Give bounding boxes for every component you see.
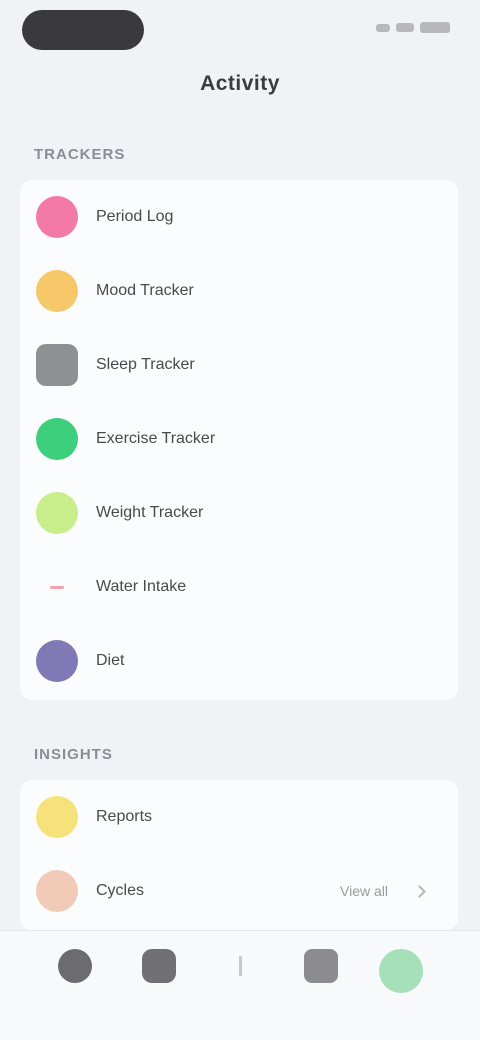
list-item-label: Period Log — [96, 208, 174, 225]
chevron-right-icon — [413, 884, 426, 898]
signal-icon — [376, 23, 390, 32]
diet-icon — [36, 640, 78, 682]
tab-messages[interactable] — [286, 949, 356, 1019]
list-item-diet[interactable]: Diet — [20, 624, 458, 698]
list-item-label: Diet — [96, 652, 125, 669]
list-item-label: Sleep Tracker — [96, 356, 195, 373]
list-item-exercise-tracker[interactable]: Exercise Tracker — [20, 402, 458, 476]
period-log-icon — [36, 196, 78, 238]
reports-icon — [36, 796, 78, 838]
list-item-value: View all — [340, 883, 388, 899]
status-bar — [0, 0, 480, 64]
tab-activity[interactable] — [366, 949, 436, 1019]
cycles-icon — [36, 870, 78, 912]
list-item-label: Mood Tracker — [96, 282, 194, 299]
list-item-water-intake[interactable]: Water Intake — [20, 550, 458, 624]
home-icon — [58, 949, 92, 983]
list-item-label: Water Intake — [96, 578, 187, 595]
list-item-label: Reports — [96, 808, 153, 825]
dynamic-island — [22, 10, 144, 50]
status-indicators — [376, 22, 450, 33]
chat-icon — [304, 949, 338, 983]
list-item-mood-tracker[interactable]: Mood Tracker — [20, 254, 458, 328]
calendar-icon — [142, 949, 176, 983]
section-header-trackers: TRACKERS — [34, 146, 126, 163]
trackers-group: Period Log Mood Tracker Sleep Tracker Ex… — [20, 180, 458, 700]
sleep-tracker-icon — [36, 344, 78, 386]
list-item-weight-tracker[interactable]: Weight Tracker — [20, 476, 458, 550]
exercise-tracker-icon — [36, 418, 78, 460]
list-item-cycles[interactable]: Cycles View all — [20, 854, 458, 928]
list-item-label: Exercise Tracker — [96, 430, 216, 447]
mood-tracker-icon — [36, 270, 78, 312]
section-header-insights: INSIGHTS — [34, 746, 113, 763]
page-title: Activity — [200, 72, 280, 95]
list-item-reports[interactable]: Reports — [20, 780, 458, 854]
weight-tracker-icon — [36, 492, 78, 534]
list-item-label: Cycles — [96, 882, 145, 899]
tab-home[interactable] — [40, 949, 110, 1019]
list-item-label: Weight Tracker — [96, 504, 204, 521]
battery-icon — [420, 22, 450, 33]
water-drop-icon — [36, 566, 78, 608]
tab-calendar[interactable] — [124, 949, 194, 1019]
activity-icon — [379, 949, 423, 993]
insights-group: Reports Cycles View all — [20, 780, 458, 930]
list-item-sleep-tracker[interactable]: Sleep Tracker — [20, 328, 458, 402]
list-item-period-log[interactable]: Period Log — [20, 180, 458, 254]
tab-add[interactable] — [205, 949, 275, 1019]
tab-bar — [0, 930, 480, 1040]
plus-icon — [223, 949, 257, 983]
wifi-icon — [396, 23, 414, 32]
